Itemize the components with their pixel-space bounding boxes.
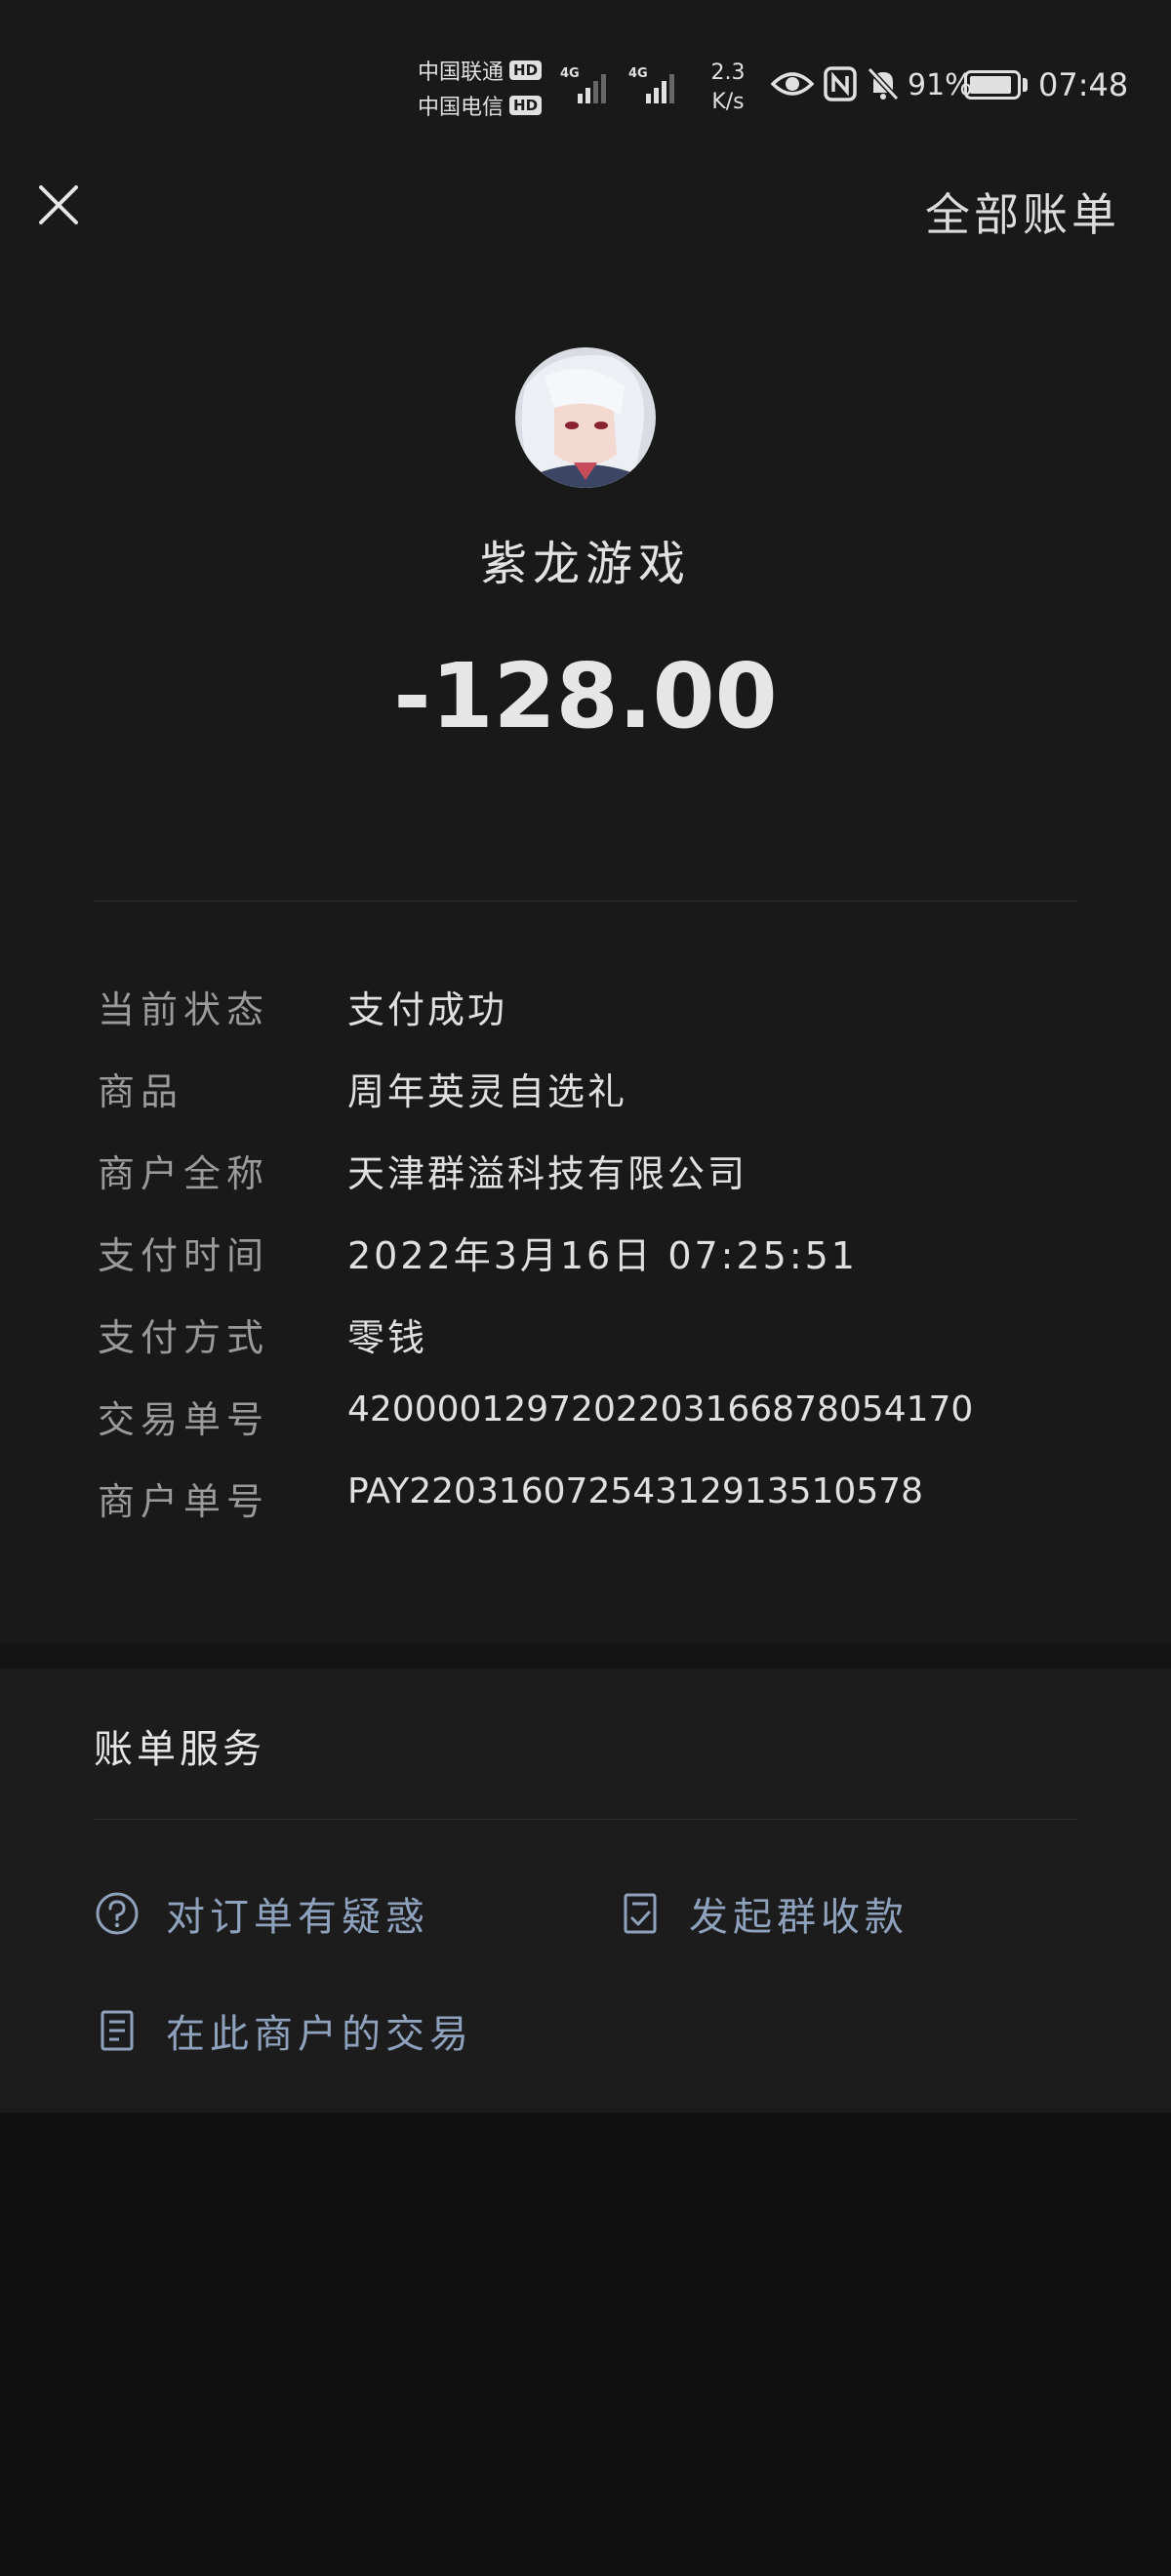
detail-value: 周年英灵自选礼 bbox=[347, 1070, 628, 1113]
clock: 07:48 bbox=[1038, 66, 1129, 103]
document-icon bbox=[101, 2010, 134, 2051]
network-speed-unit: K/s bbox=[711, 90, 745, 114]
network-speed: 2.3 K/s bbox=[701, 59, 755, 117]
hd-badge-2: HD bbox=[509, 96, 543, 115]
checklist-icon bbox=[624, 1893, 657, 1934]
signal-strength-2-icon: 4G bbox=[628, 64, 683, 103]
net-type-2: 4G bbox=[628, 66, 648, 81]
merchant-name: 紫龙游戏 bbox=[479, 537, 691, 591]
section-separator bbox=[0, 1643, 1171, 1669]
detail-value[interactable]: 4200001297202203166878054170 bbox=[347, 1389, 973, 1429]
battery-icon bbox=[964, 70, 1021, 100]
service-label: 发起群收款 bbox=[689, 1895, 909, 1940]
detail-label: 当前状态 bbox=[98, 988, 270, 1031]
detail-row-merchant-full-name: 商户全称 天津群溢科技有限公司 bbox=[98, 1144, 1073, 1202]
detail-label: 商品 bbox=[98, 1070, 184, 1113]
carrier-2-name: 中国电信 bbox=[418, 96, 505, 120]
close-icon bbox=[39, 185, 78, 224]
signal-strength-1-icon: 4G bbox=[560, 64, 615, 103]
detail-row-status: 当前状态 支付成功 bbox=[98, 980, 1073, 1038]
battery-tip bbox=[1023, 78, 1028, 92]
detail-label: 交易单号 bbox=[98, 1398, 270, 1441]
detail-row-merchant-order-id: 商户单号 PAY22031607254312913510578 bbox=[98, 1471, 1073, 1530]
empty-area bbox=[0, 2113, 1171, 2576]
detail-row-product: 商品 周年英灵自选礼 bbox=[98, 1062, 1073, 1120]
detail-label: 支付时间 bbox=[98, 1234, 270, 1277]
carrier-1: 中国联通 HD bbox=[418, 55, 543, 86]
carrier-2: 中国电信 HD bbox=[418, 90, 543, 121]
detail-label: 商户全称 bbox=[98, 1152, 270, 1195]
detail-value: 支付成功 bbox=[347, 988, 508, 1031]
eye-icon bbox=[771, 72, 814, 96]
status-bar: 中国联通 HD 中国电信 HD 4G 4G 2.3 K/s 91% 07:48 bbox=[0, 0, 1171, 137]
detail-row-transaction-id: 交易单号 4200001297202203166878054170 bbox=[98, 1389, 1073, 1448]
detail-value: 2022年3月16日 07:25:51 bbox=[347, 1234, 858, 1277]
order-question-link[interactable]: 对订单有疑惑 bbox=[94, 1885, 429, 1942]
service-label: 对订单有疑惑 bbox=[166, 1895, 429, 1940]
bell-muted-icon bbox=[867, 66, 900, 101]
battery-level bbox=[970, 76, 1011, 94]
network-speed-value: 2.3 bbox=[710, 60, 746, 85]
payment-amount: -128.00 bbox=[393, 644, 778, 748]
divider bbox=[94, 1819, 1077, 1820]
merchant-transactions-link[interactable]: 在此商户的交易 bbox=[94, 2002, 473, 2059]
question-circle-icon bbox=[96, 1892, 139, 1935]
bill-services-section: 账单服务 对订单有疑惑 发起群收款 在此商户的交易 bbox=[0, 1669, 1171, 2113]
services-title: 账单服务 bbox=[94, 1727, 265, 1772]
detail-value: 零钱 bbox=[347, 1316, 428, 1359]
carrier-1-name: 中国联通 bbox=[418, 60, 505, 85]
net-type-1: 4G bbox=[560, 66, 580, 81]
close-button[interactable] bbox=[29, 176, 88, 234]
detail-row-payment-method: 支付方式 零钱 bbox=[98, 1308, 1073, 1366]
group-collect-link[interactable]: 发起群收款 bbox=[617, 1885, 909, 1942]
battery-percent: 91% bbox=[908, 68, 973, 102]
detail-label: 商户单号 bbox=[98, 1480, 270, 1523]
divider bbox=[94, 901, 1077, 902]
service-label: 在此商户的交易 bbox=[166, 2012, 473, 2057]
detail-value[interactable]: PAY22031607254312913510578 bbox=[347, 1471, 923, 1511]
detail-label: 支付方式 bbox=[98, 1316, 270, 1359]
nfc-icon bbox=[824, 66, 857, 101]
all-bills-link[interactable]: 全部账单 bbox=[925, 180, 1120, 244]
hd-badge-1: HD bbox=[509, 60, 543, 80]
merchant-avatar bbox=[515, 347, 656, 488]
detail-value: 天津群溢科技有限公司 bbox=[347, 1152, 748, 1195]
detail-row-payment-time: 支付时间 2022年3月16日 07:25:51 bbox=[98, 1226, 1073, 1284]
